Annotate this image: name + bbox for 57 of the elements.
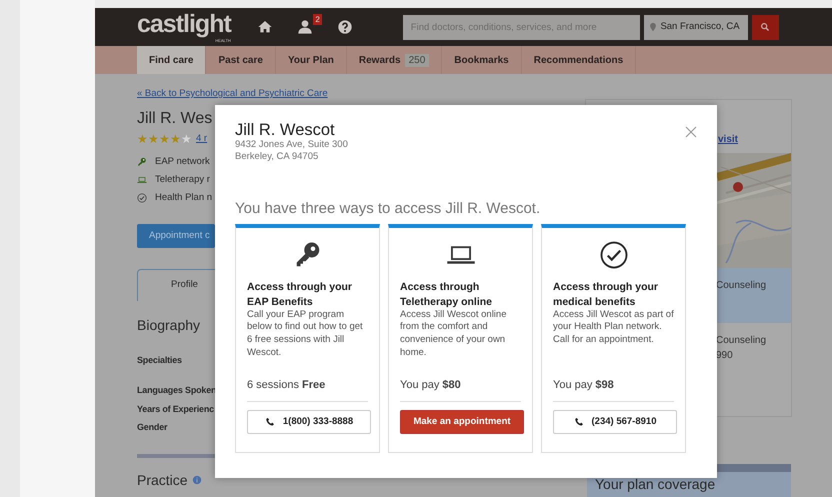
field-label: Gender — [137, 421, 168, 434]
price-text: 6 sessions Free — [247, 378, 326, 393]
laptop-icon — [137, 175, 147, 186]
feature-label: Teletherapy r — [155, 173, 210, 188]
option-title: Access through Teletherapy online — [400, 280, 493, 309]
field-label: Languages Spoken — [137, 384, 215, 398]
option-title: Access through your EAP Benefits — [247, 280, 354, 309]
row-text: Counseling — [716, 334, 768, 348]
price-text: You pay $80 — [400, 378, 462, 393]
address-line: 9432 Jones Ave, Suite 300 — [235, 139, 349, 151]
person-icon[interactable] — [296, 19, 313, 35]
feature-label: Health Plan n — [155, 191, 212, 206]
modal-title: Jill R. Wescot — [235, 121, 335, 140]
nav-tab[interactable]: Find care — [137, 46, 206, 74]
logo[interactable]: castlight — [137, 12, 231, 36]
info-icon — [192, 475, 202, 486]
search-icon — [760, 22, 770, 32]
price-text: You pay $98 — [553, 378, 615, 393]
help-icon[interactable] — [336, 19, 353, 35]
close-icon[interactable] — [685, 126, 697, 138]
home-icon[interactable] — [256, 19, 273, 35]
pin-icon — [648, 22, 658, 32]
doctor-name: Jill R. Wes — [137, 110, 214, 128]
nav-tab[interactable]: Past care — [206, 46, 276, 74]
star-rating: ★★★★★ — [137, 132, 192, 145]
nav-tab[interactable]: Bookmarks — [442, 46, 522, 74]
row-text: 990 — [716, 349, 734, 363]
check-circle-icon — [598, 240, 628, 270]
option-description: Call your EAP program below to find out how to get 6 free sessions with Jill Wescot. — [247, 308, 364, 360]
feature-label: EAP network — [155, 154, 210, 169]
back-link[interactable]: « Back to Psychological and Psychiatric Care — [137, 88, 328, 100]
location-field[interactable]: San Francisco, CA — [644, 14, 748, 40]
option-title: Access through your medical benefits — [553, 280, 660, 309]
nav-tab[interactable]: Your Plan — [276, 46, 347, 74]
appointment-button[interactable]: Make an appointment — [400, 410, 524, 434]
appointment-button[interactable]: Appointment c — [137, 224, 215, 248]
phone-button[interactable]: (234) 567-8910 — [553, 410, 677, 434]
option-description: Access Jill Wescot as part of your Health Plan network. Call for an appointment. — [553, 308, 674, 348]
search-button[interactable] — [752, 14, 779, 40]
section-heading: Biography — [137, 316, 202, 335]
row-text: Counseling — [716, 279, 768, 293]
reviews-link[interactable]: 4 r — [196, 132, 208, 146]
nav-tab[interactable]: Recommendations — [522, 46, 636, 74]
field-label: Years of Experienc — [137, 402, 215, 416]
visit-link[interactable]: visit — [718, 132, 791, 147]
field-label: Specialties — [137, 354, 183, 367]
nav-tab[interactable]: Rewards 250 — [346, 46, 442, 74]
option-description: Access Jill Wescot online from the comfort and convenience of your own home. — [400, 308, 508, 360]
phone-icon — [574, 417, 584, 428]
modal-heading: You have three ways to access Jill R. Wescot. — [235, 198, 542, 219]
phone-button[interactable]: 1(800) 333-8888 — [247, 410, 371, 434]
phone-icon — [264, 417, 275, 428]
check-circle-icon — [137, 193, 147, 204]
address-line: Berkeley, CA 94705 — [235, 150, 320, 162]
notification-badge: 2 — [313, 14, 322, 25]
section-heading: Practice — [137, 470, 188, 490]
key-icon — [137, 156, 147, 167]
